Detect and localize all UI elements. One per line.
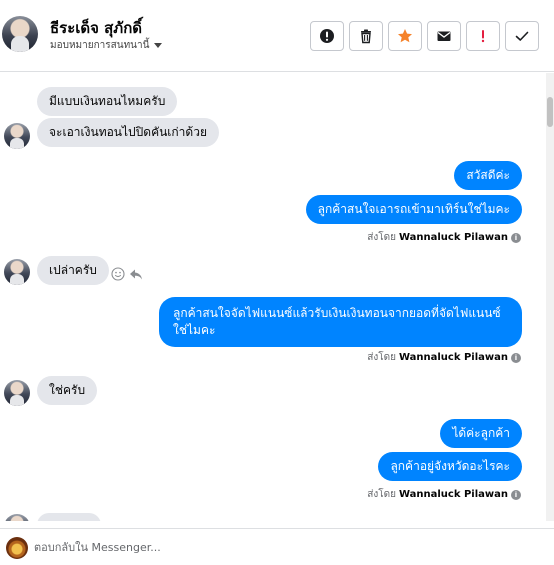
message-incoming[interactable]: เปล่าครับ	[37, 256, 109, 285]
agent-name: Wannaluck Pilawan	[398, 232, 508, 243]
sent-by-prefix: ส่งโดย	[367, 489, 396, 500]
thread-scrollbar[interactable]	[546, 73, 554, 521]
message-outgoing[interactable]: สวัสดีค่ะ	[454, 161, 522, 190]
smiley-icon[interactable]	[111, 267, 125, 281]
conversation-header: ธีระเด็จ สุภักดิ์ มอบหมายการสนทนานี้	[0, 0, 554, 72]
reply-input[interactable]	[34, 535, 544, 559]
message-outgoing[interactable]: ลูกค้าสนใจเอารถเข้ามาเทิร์นใช่ไมคะ	[305, 195, 522, 224]
agent-name: Wannaluck Pilawan	[398, 489, 508, 500]
info-icon[interactable]: i	[511, 489, 521, 500]
assign-conversation-dropdown[interactable]: มอบหมายการสนทนานี้	[50, 38, 163, 53]
message-outgoing[interactable]: ลูกค้าอยู่จังหวัดอะไรคะ	[378, 452, 522, 481]
message-incoming[interactable]: จะเอาเงินทอนไปปิดคันเก่าด้วย	[37, 118, 219, 147]
sent-by-label: ส่งโดย Wannaluck Pilawan i	[367, 230, 521, 245]
scroll-thumb[interactable]	[547, 97, 553, 127]
envelope-icon	[437, 31, 451, 41]
message-outgoing[interactable]: ได้ค่ะลูกค้า	[440, 419, 522, 448]
mark-unread-button[interactable]	[427, 21, 461, 51]
contact-avatar-small[interactable]	[4, 514, 30, 521]
reply-composer	[0, 528, 554, 565]
message-thread[interactable]: มีแบบเงินทอนไหมครับ จะเอาเงินทอนไปปิดคัน…	[0, 73, 546, 521]
sent-by-label: ส่งโดย Wannaluck Pilawan i	[367, 487, 521, 502]
sent-by-prefix: ส่งโดย	[367, 232, 396, 243]
message-outgoing[interactable]: ลูกค้าสนใจจัดไฟแนนซ์แล้วรับเงินเงินทอนจา…	[159, 297, 522, 347]
contact-avatar-small[interactable]	[4, 380, 30, 406]
agent-name: Wannaluck Pilawan	[398, 352, 508, 363]
message-incoming[interactable]: มีแบบเงินทอนไหมครับ	[37, 87, 178, 116]
alert-circle-icon	[320, 29, 334, 43]
sent-by-prefix: ส่งโดย	[367, 352, 396, 363]
message-actions	[111, 267, 143, 281]
trash-icon	[361, 29, 371, 44]
mark-done-button[interactable]	[505, 21, 539, 51]
mark-spam-button[interactable]	[310, 21, 344, 51]
contact-avatar[interactable]	[2, 16, 38, 52]
contact-name[interactable]: ธีระเด็จ สุภักดิ์	[50, 16, 142, 40]
check-icon	[515, 31, 529, 41]
info-icon[interactable]: i	[511, 232, 521, 243]
delete-button[interactable]	[349, 21, 383, 51]
contact-avatar-small[interactable]	[4, 123, 30, 149]
caret-down-icon	[154, 43, 163, 48]
page-avatar	[6, 537, 28, 559]
message-incoming[interactable]: ใช่ครับ	[37, 376, 98, 405]
info-icon[interactable]: i	[511, 352, 521, 363]
sent-by-label: ส่งโดย Wannaluck Pilawan i	[367, 350, 521, 365]
message-incoming-partial[interactable]	[37, 513, 101, 521]
conversation-toolbar	[310, 21, 539, 51]
reply-icon[interactable]	[129, 267, 143, 281]
assign-conversation-label: มอบหมายการสนทนานี้	[50, 40, 150, 51]
star-icon	[398, 29, 412, 43]
star-button[interactable]	[388, 21, 422, 51]
contact-avatar-small[interactable]	[4, 259, 30, 285]
exclamation-icon	[481, 30, 485, 43]
follow-up-button[interactable]	[466, 21, 500, 51]
